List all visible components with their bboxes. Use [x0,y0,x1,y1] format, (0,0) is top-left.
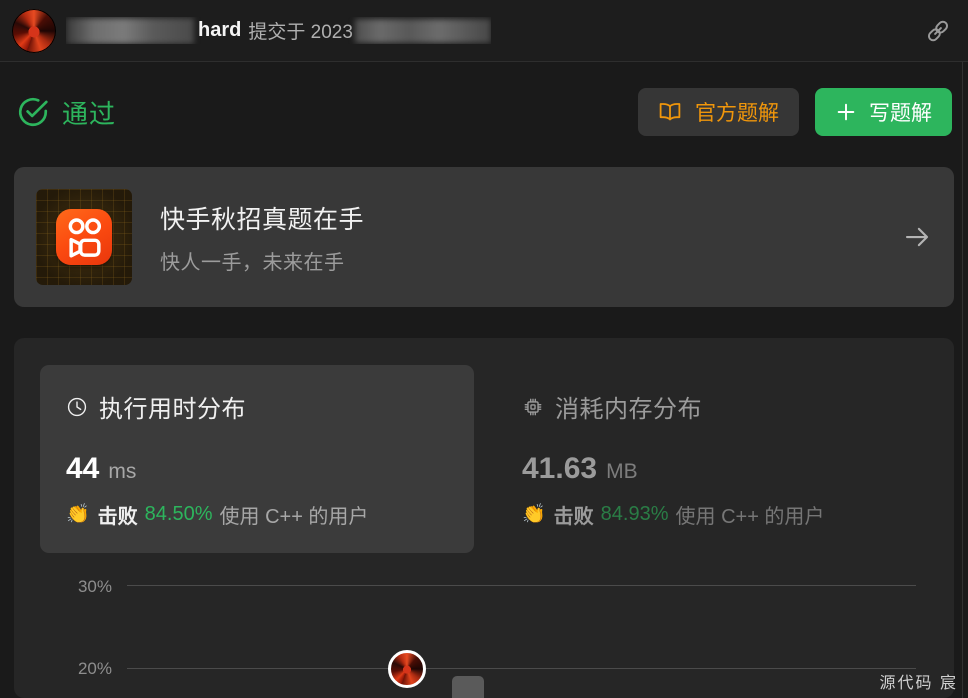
chip-icon [522,396,544,418]
write-solution-label: 写题解 [869,102,932,125]
promo-subtitle: 快人一手，未来在手 [160,251,345,274]
submitted-date-redacted [354,18,491,43]
status-label: 通过 [62,98,117,129]
kuaishou-logo [56,209,112,265]
status-badge: 通过 [16,94,116,131]
page-header: hard 提交于 2023 [0,0,968,62]
promo-banner[interactable]: 快手秋招真题在手 快人一手，未来在手 [14,167,954,307]
memory-value: 41.63 [522,452,598,485]
gridline-20 [127,668,916,669]
memory-value-row: 41.63 MB [522,452,940,486]
official-solution-button[interactable]: 官方题解 [638,88,799,136]
runtime-beat-tail: 使用 C++ 的用户 [219,506,369,528]
submission-result-page: hard 提交于 2023 通过 官方题解 写题解 快手秋招真题在手 快人一手，… [0,0,968,698]
chart-bar[interactable] [452,676,484,698]
watermark-text: 源代码 宸 [879,675,958,692]
status-row: 通过 官方题解 写题解 [0,62,968,162]
runtime-value: 44 [66,452,100,485]
difficulty-label: hard [198,19,242,41]
clapping-hands-icon: 👏 [66,504,90,525]
user-avatar-marker[interactable] [388,650,426,688]
clock-icon [66,396,88,418]
runtime-card-header: 执行用时分布 [66,389,474,424]
memory-beat-label: 击败 [553,506,594,528]
y-tick-30: 30% [77,577,112,596]
memory-unit: MB [606,460,638,483]
scrollbar[interactable] [962,62,963,698]
runtime-beat-label: 击败 [97,506,138,528]
chart-y-axis: 30% 20% [54,560,112,698]
write-solution-button[interactable]: 写题解 [815,88,952,136]
memory-beat-tail: 使用 C++ 的用户 [675,506,825,528]
action-buttons: 官方题解 写题解 [638,88,952,136]
runtime-beat-percent: 84.50% [144,503,213,525]
runtime-value-row: 44 ms [66,452,474,486]
runtime-stat-card[interactable]: 执行用时分布 44 ms 👏 击败 84.50% 使用 C++ 的用户 [40,365,474,553]
runtime-card-title: 执行用时分布 [99,396,246,423]
user-avatar[interactable] [12,8,56,53]
submission-title: hard 提交于 2023 [66,17,491,44]
runtime-beat-row: 👏 击败 84.50% 使用 C++ 的用户 [66,500,474,529]
check-circle-icon [16,95,50,129]
promo-thumbnail [36,189,132,285]
book-icon [658,101,682,123]
link-icon[interactable] [924,17,952,45]
memory-beat-percent: 84.93% [600,503,669,525]
memory-card-header: 消耗内存分布 [522,389,940,424]
official-solution-label: 官方题解 [695,102,779,125]
runtime-unit: ms [108,460,137,483]
promo-texts: 快手秋招真题在手 快人一手，未来在手 [160,200,364,275]
clapping-hands-icon: 👏 [522,504,546,525]
stat-card-row: 执行用时分布 44 ms 👏 击败 84.50% 使用 C++ 的用户 消耗内存… [14,338,954,553]
gridline-30 [127,585,916,586]
promo-title: 快手秋招真题在手 [160,205,365,234]
plus-icon [835,101,857,123]
memory-card-title: 消耗内存分布 [555,396,702,423]
submitted-time-label: 提交于 2023 [248,22,353,43]
stats-panel: 执行用时分布 44 ms 👏 击败 84.50% 使用 C++ 的用户 消耗内存… [14,338,954,698]
memory-stat-card[interactable]: 消耗内存分布 41.63 MB 👏 击败 84.93% 使用 C++ 的用户 [506,365,940,553]
arrow-right-icon[interactable] [902,222,932,252]
username-redacted [66,17,194,44]
y-tick-20: 20% [77,659,112,678]
memory-beat-row: 👏 击败 84.93% 使用 C++ 的用户 [522,500,940,529]
distribution-chart: 30% 20% [14,560,954,698]
